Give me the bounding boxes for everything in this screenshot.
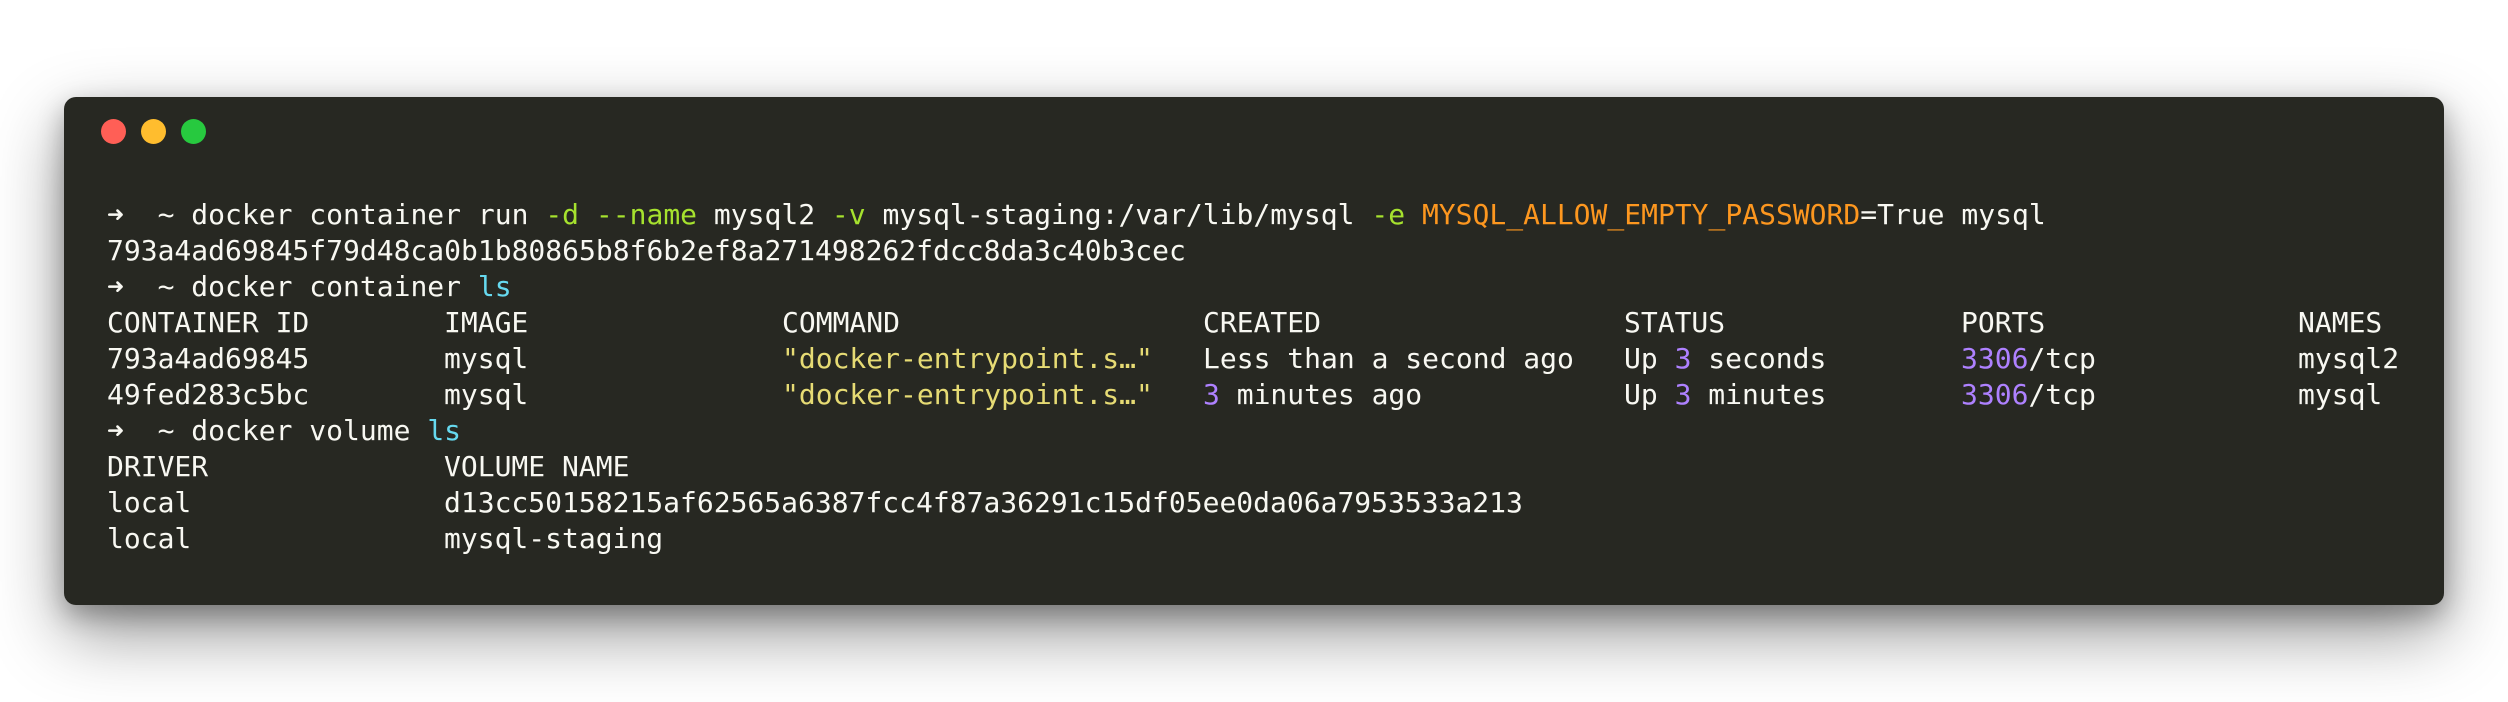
cmd-subcommand: ls (427, 414, 462, 447)
prompt-dir: ~ (157, 198, 175, 231)
image-arg: mysql (1961, 198, 2046, 231)
prompt-dir: ~ (157, 414, 175, 447)
env-key: MYSQL_ALLOW_EMPTY_PASSWORD (1421, 198, 1861, 231)
terminal-output: ➜ ~ docker container run -d --name mysql… (107, 197, 2414, 557)
container-id: 793a4ad69845 (107, 342, 310, 375)
port-number: 3306 (1961, 342, 2029, 375)
status-prefix: Up (1624, 378, 1675, 411)
title-bar (64, 97, 2444, 167)
prompt-arrow-icon: ➜ (107, 198, 124, 231)
volume-name: mysql-staging (444, 522, 664, 555)
header-status: STATUS (1624, 306, 1726, 339)
command-line-volume: ➜ ~ docker volume ls (107, 413, 2414, 449)
container-status: Up 3 seconds (1624, 341, 1826, 377)
ps-table-header: CONTAINER ID IMAGE COMMAND CREATED STATU… (107, 305, 2414, 341)
container-created: 3 minutes ago (1203, 377, 1422, 413)
cmd-text: docker container (191, 270, 462, 303)
container-status: Up 3 minutes (1624, 377, 1826, 413)
cmd-text: docker container run (191, 198, 529, 231)
container-name: mysql2 (2298, 342, 2400, 375)
flag-env: -e (1371, 198, 1406, 231)
status-suffix: minutes (1691, 378, 1827, 411)
status-number: 3 (1674, 378, 1692, 411)
port-protocol: /tcp (2028, 342, 2096, 375)
container-command: "docker-entrypoint.s…" (782, 342, 1153, 375)
container-hash-output: 793a4ad69845f79d48ca0b1b80865b8f6b2ef8a2… (107, 233, 2414, 269)
cmd-text: docker volume (191, 414, 411, 447)
container-name: mysql (2298, 378, 2383, 411)
container-command: "docker-entrypoint.s…" (782, 378, 1153, 411)
status-prefix: Up (1624, 342, 1675, 375)
container-id: 49fed283c5bc (107, 378, 310, 411)
container-ports: 3306/tcp (1961, 377, 2096, 413)
zoom-window-button[interactable] (181, 119, 206, 144)
name-value: mysql2 (713, 198, 816, 231)
header-command: COMMAND (782, 306, 901, 339)
status-number: 3 (1674, 342, 1692, 375)
prompt-dir: ~ (157, 270, 175, 303)
command-line-ps: ➜ ~ docker container ls (107, 269, 2414, 305)
container-hash: 793a4ad69845f79d48ca0b1b80865b8f6b2ef8a2… (107, 234, 1186, 267)
table-row: 49fed283c5bc mysql "docker-entrypoint.s…… (107, 377, 2414, 413)
header-created: CREATED (1203, 306, 1322, 339)
status-suffix: seconds (1691, 342, 1827, 375)
table-row: 793a4ad69845 mysql "docker-entrypoint.s…… (107, 341, 2414, 377)
volume-driver: local (107, 522, 192, 555)
container-image: mysql (444, 378, 529, 411)
volume-value: mysql-staging:/var/lib/mysql (882, 198, 1355, 231)
header-image: IMAGE (444, 306, 529, 339)
volume-table-header: DRIVER VOLUME NAME (107, 449, 2414, 485)
header-driver: DRIVER (107, 450, 209, 483)
created-suffix: minutes ago (1219, 378, 1423, 411)
header-ports: PORTS (1961, 306, 2046, 339)
header-volume-name: VOLUME NAME (444, 450, 630, 483)
container-created: Less than a second ago (1203, 342, 1574, 375)
volume-name: d13cc50158215af62565a6387fcc4f87a36291c1… (444, 486, 1523, 519)
prompt-arrow-icon: ➜ (107, 414, 124, 447)
env-value: =True (1860, 198, 1945, 231)
port-number: 3306 (1961, 378, 2029, 411)
table-row: local mysql-staging (107, 521, 2414, 557)
volume-driver: local (107, 486, 192, 519)
created-number: 3 (1203, 378, 1220, 411)
container-image: mysql (444, 342, 529, 375)
flag-volume: -v (831, 198, 866, 231)
prompt-arrow-icon: ➜ (107, 270, 124, 303)
minimize-window-button[interactable] (141, 119, 166, 144)
container-ports: 3306/tcp (1961, 341, 2096, 377)
close-window-button[interactable] (101, 119, 126, 144)
cmd-subcommand: ls (477, 270, 512, 303)
header-container-id: CONTAINER ID (107, 306, 310, 339)
command-line-run: ➜ ~ docker container run -d --name mysql… (107, 197, 2414, 233)
port-protocol: /tcp (2028, 378, 2096, 411)
table-row: local d13cc50158215af62565a6387fcc4f87a3… (107, 485, 2414, 521)
flag-detach: -d (545, 198, 580, 231)
terminal-window[interactable]: ➜ ~ docker container run -d --name mysql… (64, 97, 2444, 605)
header-names: NAMES (2298, 306, 2383, 339)
flag-name: --name (595, 198, 698, 231)
